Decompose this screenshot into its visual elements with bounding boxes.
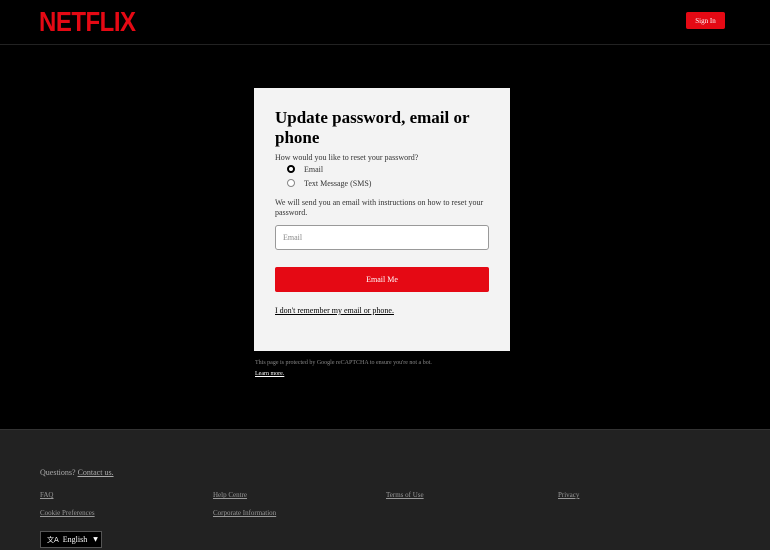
footer-link-help-centre[interactable]: Help Centre: [213, 491, 247, 499]
questions-text: Questions?: [40, 468, 76, 477]
radio-email[interactable]: [287, 165, 295, 173]
option-email-label: Email: [304, 164, 324, 174]
reset-question: How would you like to reset your passwor…: [275, 153, 419, 162]
reset-card: Update password, email or phone How woul…: [254, 88, 510, 351]
option-sms-label: Text Message (SMS): [304, 178, 372, 188]
chevron-down-icon: ▼: [93, 536, 98, 543]
page-title: Update password, email or phone: [275, 108, 470, 147]
language-selected: English: [62, 535, 88, 544]
language-select[interactable]: 文A English ▼: [40, 531, 102, 548]
header: NETFLIX Sign In: [0, 0, 770, 45]
radio-sms[interactable]: [287, 179, 295, 187]
recaptcha-text: This page is protected by Google reCAPTC…: [255, 360, 432, 366]
learn-more-link[interactable]: Learn more.: [255, 369, 515, 380]
footer-link-privacy[interactable]: Privacy: [558, 491, 579, 499]
sign-in-button[interactable]: Sign In: [686, 12, 725, 29]
translate-icon: 文A: [47, 535, 59, 544]
footer: Questions? Contact us. FAQ Help Centre T…: [0, 429, 770, 550]
footer-link-terms[interactable]: Terms of Use: [386, 491, 424, 499]
email-input[interactable]: [275, 225, 489, 250]
contact-us-link[interactable]: Contact us.: [78, 468, 114, 477]
recaptcha-notice: This page is protected by Google reCAPTC…: [255, 358, 515, 380]
footer-link-corporate[interactable]: Corporate Information: [213, 509, 276, 517]
forgot-email-phone-link[interactable]: I don't remember my email or phone.: [275, 306, 394, 315]
option-sms[interactable]: Text Message (SMS): [287, 176, 489, 190]
footer-link-cookies[interactable]: Cookie Preferences: [40, 509, 95, 517]
netflix-logo[interactable]: NETFLIX: [39, 7, 136, 39]
footer-link-faq[interactable]: FAQ: [40, 491, 53, 499]
footer-questions: Questions? Contact us.: [40, 468, 114, 477]
instructions-text: We will send you an email with instructi…: [275, 198, 484, 217]
option-email[interactable]: Email: [287, 162, 489, 176]
email-me-button[interactable]: Email Me: [275, 267, 489, 292]
